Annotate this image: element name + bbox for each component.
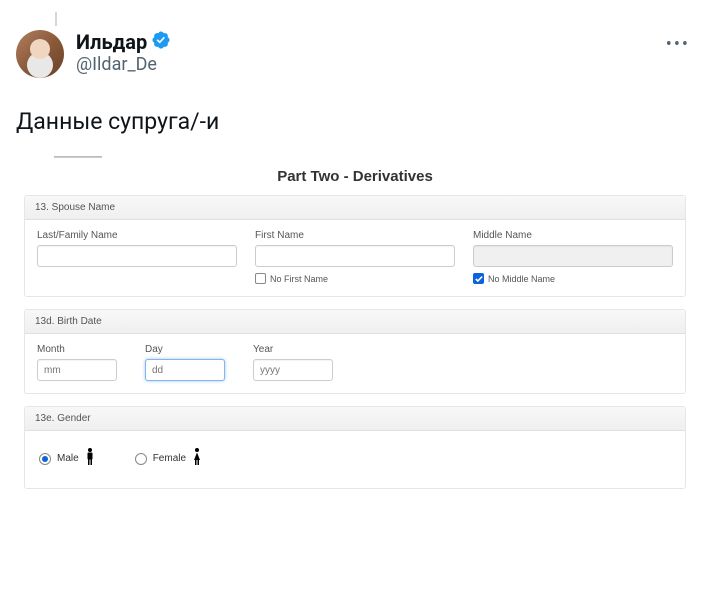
form-title: Part Two - Derivatives — [24, 162, 686, 195]
spouse-name-card: 13. Spouse Name Last/Family Name First N… — [24, 195, 686, 297]
gender-female-option[interactable]: Female — [135, 447, 202, 470]
tweet-container: Ильдар @Ildar_De ••• Данные супруга/-и P… — [0, 0, 710, 521]
more-button[interactable]: ••• — [662, 30, 694, 59]
day-label: Day — [145, 344, 235, 355]
first-name-label: First Name — [255, 230, 455, 241]
gender-male-label: Male — [57, 453, 79, 464]
username[interactable]: @Ildar_De — [76, 54, 662, 75]
gender-female-label: Female — [153, 453, 186, 464]
gender-male-radio[interactable] — [39, 453, 51, 465]
spouse-name-header: 13. Spouse Name — [25, 196, 685, 220]
tweet-header: Ильдар @Ildar_De ••• — [16, 30, 694, 78]
no-first-name-checkbox[interactable] — [255, 273, 266, 284]
last-name-label: Last/Family Name — [37, 230, 237, 241]
embedded-form-image: Part Two - Derivatives 13. Spouse Name L… — [16, 156, 694, 509]
avatar[interactable] — [16, 30, 64, 78]
form-tab-indicator — [54, 156, 102, 158]
year-input[interactable] — [253, 359, 333, 381]
gender-male-option[interactable]: Male — [39, 447, 95, 470]
gender-header: 13e. Gender — [25, 407, 685, 431]
tweet-text: Данные супруга/-и — [16, 106, 694, 138]
middle-name-input — [473, 245, 673, 267]
month-input[interactable] — [37, 359, 117, 381]
no-first-name-label: No First Name — [270, 274, 328, 284]
gender-female-radio[interactable] — [135, 453, 147, 465]
female-icon — [192, 447, 202, 470]
last-name-input[interactable] — [37, 245, 237, 267]
middle-name-label: Middle Name — [473, 230, 673, 241]
male-icon — [85, 447, 95, 470]
no-middle-name-checkbox[interactable] — [473, 273, 484, 284]
verified-icon — [151, 30, 171, 54]
first-name-input[interactable] — [255, 245, 455, 267]
month-label: Month — [37, 344, 127, 355]
year-label: Year — [253, 344, 343, 355]
display-name[interactable]: Ильдар — [76, 30, 147, 54]
thread-connector — [55, 12, 57, 26]
no-middle-name-label: No Middle Name — [488, 274, 555, 284]
birth-date-card: 13d. Birth Date Month Day Year — [24, 309, 686, 394]
gender-card: 13e. Gender Male Female — [24, 406, 686, 489]
birth-date-header: 13d. Birth Date — [25, 310, 685, 334]
day-input[interactable] — [145, 359, 225, 381]
